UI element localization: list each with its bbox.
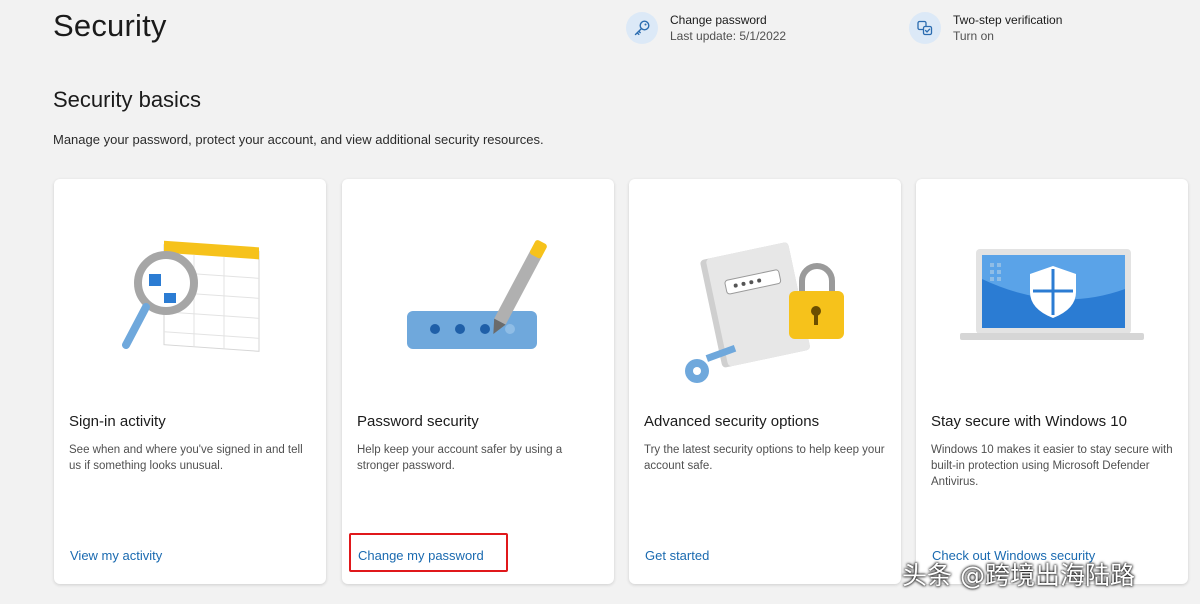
card-description: Windows 10 makes it easier to stay secur… [931,444,1173,488]
card-title: Stay secure with Windows 10 [931,413,1127,430]
change-password-action[interactable]: Change password Last update: 5/1/2022 [626,12,786,44]
card-sign-in-activity: Sign-in activity See when and where you'… [54,179,326,584]
view-my-activity-link[interactable]: View my activity [70,548,162,563]
section-title: Security basics [53,87,201,112]
card-title: Sign-in activity [69,413,166,430]
change-password-title: Change password [670,13,767,27]
two-step-icon [909,12,941,44]
two-step-status: Turn on [953,29,994,43]
card-password-security: Password security Help keep your account… [342,179,614,584]
section-description: Manage your password, protect your accou… [53,132,544,147]
get-started-link[interactable]: Get started [645,548,709,563]
card-description: Try the latest security options to help … [644,444,885,472]
card-title: Advanced security options [644,413,820,430]
change-password-last-update: Last update: 5/1/2022 [670,29,787,43]
watermark-caption: 头条 @跨境出海陆路 [902,561,1135,590]
two-step-verification-action[interactable]: Two-step verification Turn on [909,12,1062,44]
notebook-lock-key-icon [685,242,844,383]
laptop-shield-icon [960,249,1144,340]
magnifier-calendar-icon [122,240,260,352]
card-description: Help keep your account safer by using a … [357,444,563,472]
password-pen-icon [407,240,547,349]
card-advanced-security-options: Advanced security options Try the latest… [629,179,901,584]
card-title: Password security [357,413,479,430]
highlight-annotation [349,533,508,572]
page-title: Security [53,8,167,43]
card-stay-secure-windows: Stay secure with Windows 10 Windows 10 m… [916,179,1188,584]
card-description: See when and where you've signed in and … [69,444,303,472]
two-step-title: Two-step verification [953,13,1063,27]
key-icon [626,12,658,44]
